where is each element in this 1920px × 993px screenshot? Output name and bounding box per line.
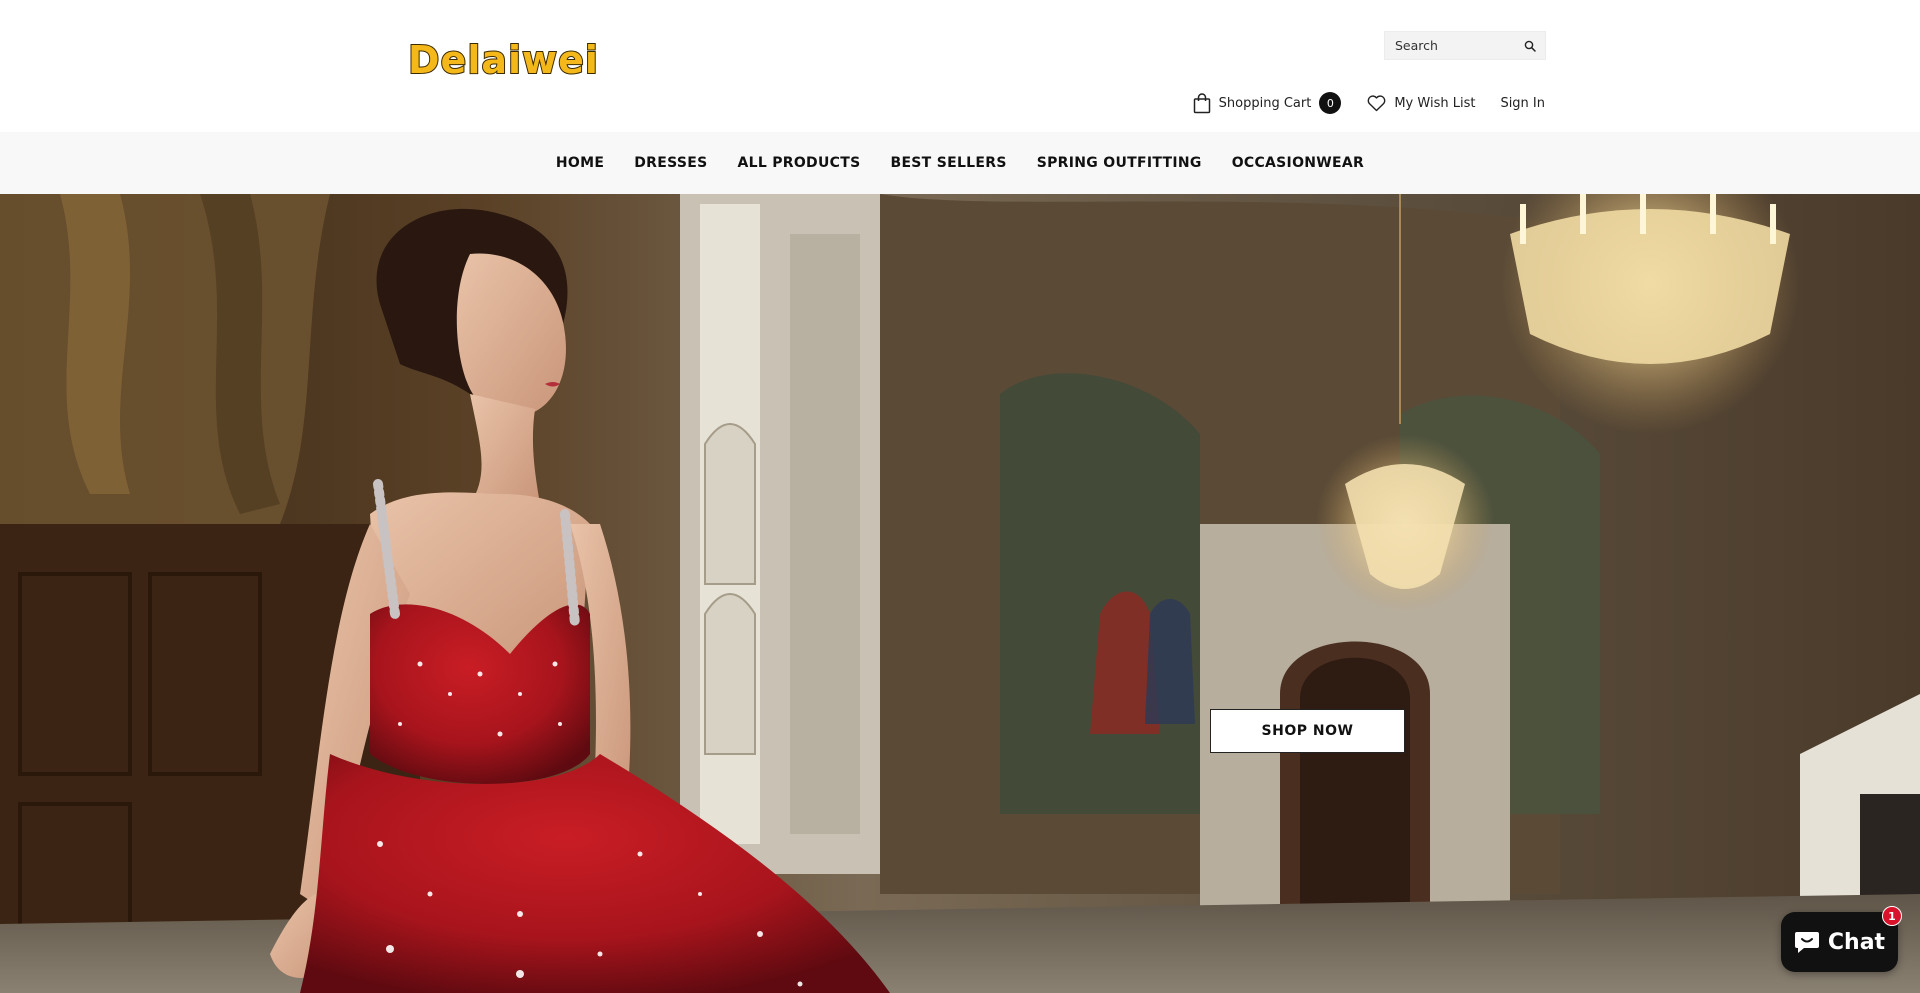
hero-image (0, 194, 1920, 993)
nav-item-all-products[interactable]: ALL PRODUCTS (722, 155, 875, 171)
search-box (1384, 31, 1546, 60)
wishlist-link[interactable]: My Wish List (1367, 94, 1476, 112)
cart-count-badge: 0 (1319, 92, 1342, 114)
shopping-bag-icon (1193, 92, 1211, 114)
nav-item-spring-outfitting[interactable]: SPRING OUTFITTING (1022, 155, 1217, 171)
heart-icon (1367, 94, 1386, 112)
shop-now-button[interactable]: SHOP NOW (1210, 709, 1405, 753)
chat-button[interactable]: Chat (1781, 912, 1898, 972)
search-icon[interactable] (1515, 32, 1545, 59)
sign-in-label: Sign In (1500, 95, 1545, 111)
nav-item-occasionwear[interactable]: OCCASIONWEAR (1217, 155, 1379, 171)
shopping-cart-link[interactable]: Shopping Cart 0 (1193, 92, 1342, 114)
nav-item-home[interactable]: HOME (541, 155, 619, 171)
site-logo[interactable]: Delaiwei (407, 34, 599, 86)
nav-item-best-sellers[interactable]: BEST SELLERS (875, 155, 1021, 171)
sign-in-link[interactable]: Sign In (1500, 96, 1545, 111)
wishlist-label: My Wish List (1394, 95, 1476, 111)
shopping-cart-label: Shopping Cart (1218, 95, 1312, 111)
chat-bubble-icon (1794, 930, 1820, 954)
hero-banner: SHOP NOW (0, 194, 1920, 993)
site-header: Delaiwei Shopping Cart 0 (0, 0, 1920, 132)
chat-notification-badge: 1 (1882, 906, 1902, 926)
search-input[interactable] (1385, 32, 1515, 59)
chat-label: Chat (1827, 929, 1886, 955)
main-nav: HOME DRESSES ALL PRODUCTS BEST SELLERS S… (0, 132, 1920, 194)
header-links: Shopping Cart 0 My Wish List Sign In (1193, 92, 1545, 114)
nav-item-dresses[interactable]: DRESSES (619, 155, 722, 171)
